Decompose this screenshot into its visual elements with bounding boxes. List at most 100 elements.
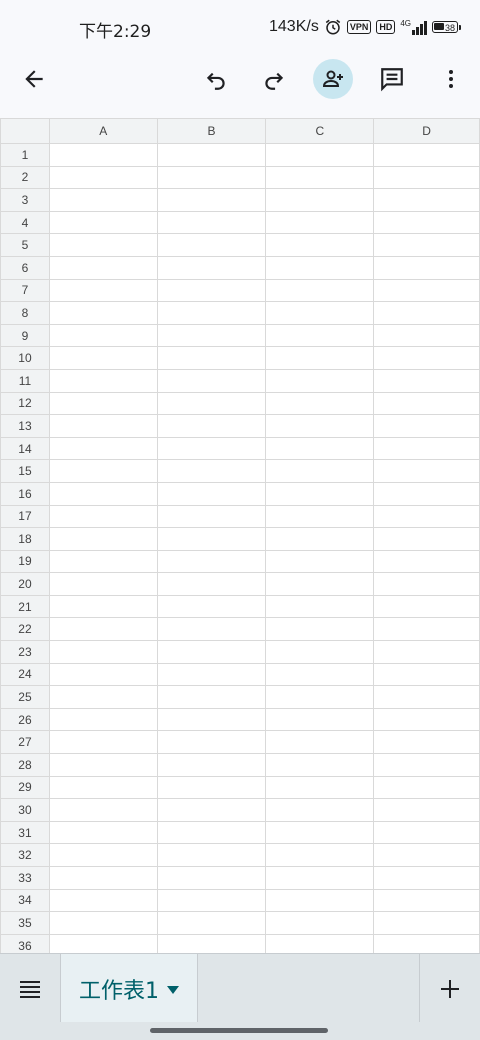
row-header[interactable]: 5 — [0, 233, 50, 257]
grid-cell[interactable] — [373, 549, 480, 574]
grid-cell[interactable] — [265, 481, 375, 506]
column-header[interactable]: B — [156, 118, 267, 144]
grid-cell[interactable] — [373, 685, 480, 709]
grid-cell[interactable] — [373, 255, 480, 280]
grid-cell[interactable] — [156, 640, 267, 664]
grid-cell[interactable] — [265, 368, 375, 393]
grid-cell[interactable] — [48, 459, 158, 483]
grid-cell[interactable] — [373, 730, 480, 755]
grid-cell[interactable] — [156, 278, 267, 303]
sheet-tab[interactable]: 工作表1 — [60, 954, 198, 1023]
grid-cell[interactable] — [48, 933, 158, 953]
grid-cell[interactable] — [373, 753, 480, 777]
back-button[interactable] — [14, 59, 54, 99]
grid-cell[interactable] — [373, 210, 480, 235]
grid-cell[interactable] — [373, 436, 480, 461]
select-all-corner[interactable] — [0, 118, 50, 144]
grid-cell[interactable] — [156, 368, 267, 393]
grid-cell[interactable] — [48, 685, 158, 709]
row-header[interactable]: 35 — [0, 911, 50, 935]
grid-cell[interactable] — [48, 617, 158, 642]
grid-cell[interactable] — [156, 301, 267, 325]
grid-cell[interactable] — [265, 594, 375, 619]
grid-cell[interactable] — [156, 820, 267, 845]
grid-cell[interactable] — [156, 143, 267, 167]
row-header[interactable]: 29 — [0, 775, 50, 800]
add-sheet-button[interactable] — [419, 954, 480, 1023]
grid-cell[interactable] — [48, 843, 158, 867]
row-header[interactable]: 1 — [0, 143, 50, 167]
grid-cell[interactable] — [48, 436, 158, 461]
row-header[interactable]: 8 — [0, 301, 50, 325]
grid-cell[interactable] — [265, 527, 375, 551]
row-header[interactable]: 25 — [0, 685, 50, 709]
grid-cell[interactable] — [373, 798, 480, 822]
grid-cell[interactable] — [265, 188, 375, 212]
row-header[interactable]: 31 — [0, 820, 50, 845]
row-header[interactable]: 6 — [0, 255, 50, 280]
grid-cell[interactable] — [265, 820, 375, 845]
grid-cell[interactable] — [156, 323, 267, 348]
grid-cell[interactable] — [156, 843, 267, 867]
grid-cell[interactable] — [48, 549, 158, 574]
grid-cell[interactable] — [265, 753, 375, 777]
grid-cell[interactable] — [48, 504, 158, 529]
grid-cell[interactable] — [156, 527, 267, 551]
column-header[interactable]: A — [48, 118, 158, 144]
grid-cell[interactable] — [373, 165, 480, 190]
grid-cell[interactable] — [156, 685, 267, 709]
grid-cell[interactable] — [265, 888, 375, 913]
grid-cell[interactable] — [156, 730, 267, 755]
row-header[interactable]: 2 — [0, 165, 50, 190]
comment-button[interactable] — [372, 59, 412, 99]
row-header[interactable]: 33 — [0, 866, 50, 890]
grid-cell[interactable] — [373, 527, 480, 551]
redo-button[interactable] — [254, 59, 294, 99]
grid-cell[interactable] — [265, 933, 375, 953]
grid-cell[interactable] — [265, 278, 375, 303]
row-header[interactable]: 19 — [0, 549, 50, 574]
row-header[interactable]: 30 — [0, 798, 50, 822]
grid-cell[interactable] — [265, 775, 375, 800]
row-header[interactable]: 17 — [0, 504, 50, 529]
row-header[interactable]: 15 — [0, 459, 50, 483]
grid-cell[interactable] — [265, 685, 375, 709]
undo-button[interactable] — [196, 59, 236, 99]
grid-cell[interactable] — [265, 414, 375, 438]
grid-cell[interactable] — [48, 888, 158, 913]
grid-cell[interactable] — [156, 933, 267, 953]
grid-cell[interactable] — [48, 753, 158, 777]
grid-cell[interactable] — [373, 820, 480, 845]
grid-cell[interactable] — [48, 775, 158, 800]
grid-cell[interactable] — [156, 798, 267, 822]
grid-cell[interactable] — [373, 414, 480, 438]
row-header[interactable]: 12 — [0, 391, 50, 416]
grid-cell[interactable] — [156, 210, 267, 235]
grid-cell[interactable] — [48, 323, 158, 348]
row-header[interactable]: 36 — [0, 933, 50, 953]
row-header[interactable]: 3 — [0, 188, 50, 212]
grid-cell[interactable] — [265, 346, 375, 370]
grid-cell[interactable] — [48, 233, 158, 257]
grid-cell[interactable] — [265, 210, 375, 235]
row-header[interactable]: 26 — [0, 707, 50, 732]
grid-cell[interactable] — [373, 391, 480, 416]
grid-cell[interactable] — [156, 572, 267, 596]
grid-cell[interactable] — [48, 165, 158, 190]
grid-cell[interactable] — [48, 640, 158, 664]
grid-cell[interactable] — [373, 188, 480, 212]
grid-cell[interactable] — [156, 594, 267, 619]
sheet-list-button[interactable] — [0, 954, 60, 1023]
grid-cell[interactable] — [156, 346, 267, 370]
grid-cell[interactable] — [48, 527, 158, 551]
grid-cell[interactable] — [156, 707, 267, 732]
row-header[interactable]: 10 — [0, 346, 50, 370]
grid-cell[interactable] — [265, 640, 375, 664]
grid-cell[interactable] — [265, 255, 375, 280]
row-header[interactable]: 23 — [0, 640, 50, 664]
grid-cell[interactable] — [265, 504, 375, 529]
row-header[interactable]: 21 — [0, 594, 50, 619]
grid-cell[interactable] — [265, 798, 375, 822]
grid-cell[interactable] — [265, 730, 375, 755]
spreadsheet-grid[interactable]: ABCD 1 2 3 4 5 6 7 8 9 10 11 12 13 14 15 16 17 18 19 20 21 22… — [0, 118, 480, 953]
